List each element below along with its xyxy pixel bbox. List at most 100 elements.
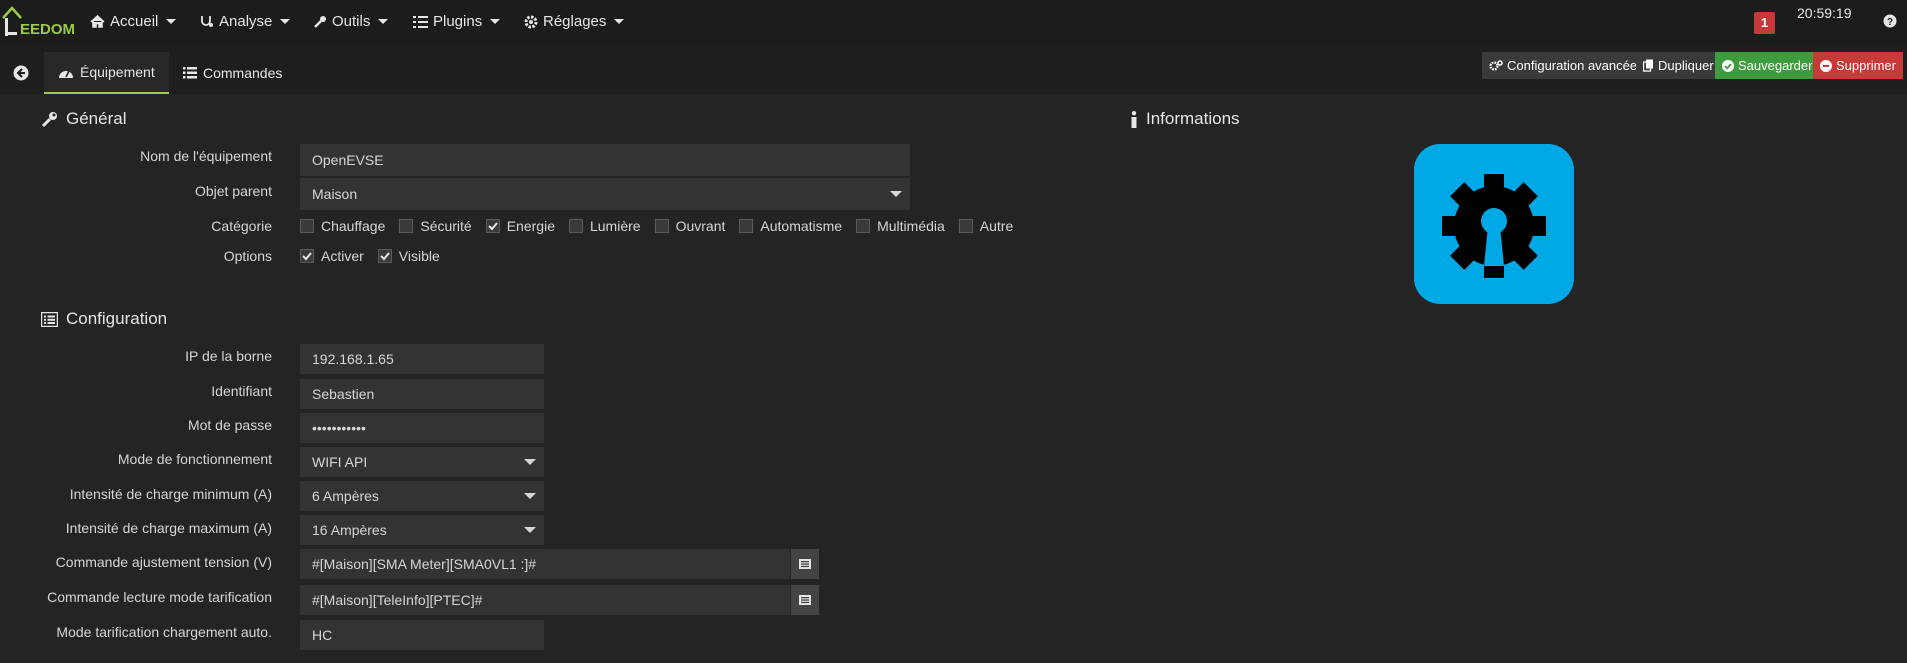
category-ouvrant[interactable]: Ouvrant bbox=[654, 218, 726, 234]
checkbox-checked[interactable] bbox=[485, 219, 500, 233]
category-securite[interactable]: Sécurité bbox=[399, 218, 472, 234]
duplicate-button[interactable]: Dupliquer bbox=[1636, 52, 1721, 79]
voltage-command-select-button[interactable] bbox=[791, 549, 819, 579]
check-icon bbox=[488, 222, 498, 231]
logo-text: EEDOM bbox=[20, 21, 76, 38]
save-button[interactable]: Sauvegarder bbox=[1715, 52, 1820, 79]
max-charge-value: 16 Ampères bbox=[312, 522, 387, 538]
category-energie[interactable]: Energie bbox=[485, 218, 555, 234]
parent-object-value: Maison bbox=[312, 186, 358, 202]
nav-reglages-label: Réglages bbox=[543, 13, 607, 30]
tab-commandes[interactable]: Commandes bbox=[169, 52, 296, 94]
cogs-icon bbox=[1489, 59, 1503, 71]
ip-input[interactable]: 192.168.1.65 bbox=[300, 344, 544, 374]
chevron-down-icon bbox=[614, 19, 625, 24]
checkbox[interactable] bbox=[568, 219, 583, 233]
equipment-name-label: Nom de l'équipement bbox=[140, 148, 272, 164]
min-charge-label: Intensité de charge minimum (A) bbox=[69, 486, 272, 502]
nav-analyse[interactable]: Analyse bbox=[200, 13, 291, 30]
nav-reglages[interactable]: Réglages bbox=[524, 13, 625, 30]
duplicate-label: Dupliquer bbox=[1658, 58, 1714, 73]
advanced-config-button[interactable]: Configuration avancée bbox=[1482, 52, 1645, 79]
category-automatisme[interactable]: Automatisme bbox=[739, 218, 842, 234]
configuration-section-title: Configuration bbox=[41, 309, 167, 329]
category-autre[interactable]: Autre bbox=[958, 218, 1014, 234]
plugin-icon bbox=[1414, 144, 1574, 304]
parent-object-select[interactable]: Maison bbox=[300, 178, 910, 210]
chevron-down-icon bbox=[378, 19, 389, 24]
identifier-input[interactable]: Sebastien bbox=[300, 379, 544, 409]
chevron-down-icon bbox=[280, 19, 291, 24]
options-checkboxes: Activer Visible bbox=[300, 248, 454, 264]
checkbox-checked[interactable] bbox=[300, 249, 314, 263]
wrench-icon bbox=[41, 111, 57, 127]
advanced-config-label: Configuration avancée bbox=[1507, 58, 1638, 73]
mode-select[interactable]: WIFI API bbox=[300, 447, 544, 477]
list-alt-icon bbox=[799, 559, 811, 569]
nav-plugins[interactable]: Plugins bbox=[413, 13, 501, 30]
mode-value: WIFI API bbox=[312, 454, 368, 470]
nav-outils-label: Outils bbox=[332, 13, 371, 30]
minus-circle-icon bbox=[1820, 59, 1832, 72]
tarif-command-select-button[interactable] bbox=[791, 585, 819, 615]
checkbox[interactable] bbox=[399, 219, 414, 233]
jeedom-logo[interactable]: EEDOM bbox=[0, 4, 76, 40]
list-icon bbox=[183, 67, 197, 79]
mode-label: Mode de fonctionnement bbox=[117, 451, 272, 467]
save-label: Sauvegarder bbox=[1738, 58, 1813, 73]
chevron-down-icon bbox=[524, 459, 536, 465]
checkbox[interactable] bbox=[856, 219, 871, 233]
category-chauffage[interactable]: Chauffage bbox=[300, 218, 385, 234]
checkbox[interactable] bbox=[958, 219, 973, 233]
cogs-icon bbox=[524, 15, 538, 28]
check-circle-icon bbox=[1722, 59, 1734, 72]
voltage-command-label: Commande ajustement tension (V) bbox=[55, 554, 272, 570]
checkbox-checked[interactable] bbox=[377, 249, 392, 263]
notification-badge[interactable]: 1 bbox=[1754, 12, 1775, 34]
check-icon bbox=[302, 252, 312, 261]
tab-equipement-label: Équipement bbox=[80, 64, 155, 80]
max-charge-select[interactable]: 16 Ampères bbox=[300, 515, 544, 545]
category-lumiere-label: Lumière bbox=[589, 218, 641, 234]
password-input[interactable]: ••••••••••• bbox=[300, 413, 544, 443]
options-label: Options bbox=[223, 248, 272, 264]
delete-button[interactable]: Supprimer bbox=[1813, 52, 1903, 79]
informations-section-title: Informations bbox=[1130, 109, 1240, 129]
back-arrow-icon[interactable] bbox=[13, 65, 29, 81]
tarif-command-label: Commande lecture mode tarification bbox=[47, 589, 272, 605]
delete-label: Supprimer bbox=[1836, 58, 1896, 73]
chevron-down-icon bbox=[890, 191, 902, 197]
tarif-command-input[interactable]: #[Maison][TeleInfo][PTEC]# bbox=[300, 585, 790, 615]
equipment-name-input[interactable]: OpenEVSE bbox=[300, 144, 910, 176]
tab-equipement[interactable]: Équipement bbox=[44, 52, 169, 94]
general-section-title: Général bbox=[41, 109, 126, 129]
category-multimedia[interactable]: Multimédia bbox=[856, 218, 945, 234]
question-icon[interactable]: ? bbox=[1883, 14, 1897, 28]
checkbox[interactable] bbox=[739, 219, 754, 233]
auto-tarif-input[interactable]: HC bbox=[300, 620, 544, 650]
category-lumiere[interactable]: Lumière bbox=[568, 218, 641, 234]
informations-title-text: Informations bbox=[1146, 109, 1240, 128]
nav-outils[interactable]: Outils bbox=[313, 13, 389, 30]
nav-accueil[interactable]: Accueil bbox=[90, 13, 177, 30]
nav-analyse-label: Analyse bbox=[219, 13, 273, 30]
home-icon bbox=[90, 15, 105, 28]
chevron-down-icon bbox=[490, 19, 501, 24]
voltage-command-input[interactable]: #[Maison][SMA Meter][SMA0VL1 :]# bbox=[300, 549, 790, 579]
check-icon bbox=[380, 252, 390, 261]
auto-tarif-label: Mode tarification chargement auto. bbox=[56, 624, 272, 640]
checkbox[interactable] bbox=[654, 219, 669, 233]
category-chauffage-label: Chauffage bbox=[321, 218, 386, 234]
configuration-title-text: Configuration bbox=[66, 309, 168, 328]
plugin-gear-keyhole-icon bbox=[1442, 174, 1546, 278]
category-ouvrant-label: Ouvrant bbox=[675, 218, 726, 234]
min-charge-select[interactable]: 6 Ampères bbox=[300, 481, 544, 511]
clock-time: 20:59:19 bbox=[1797, 5, 1852, 21]
tab-commandes-label: Commandes bbox=[203, 65, 283, 81]
category-autre-label: Autre bbox=[979, 218, 1014, 234]
checkbox[interactable] bbox=[300, 219, 314, 233]
option-visible[interactable]: Visible bbox=[377, 248, 440, 264]
option-visible-label: Visible bbox=[398, 248, 440, 264]
option-activer[interactable]: Activer bbox=[300, 248, 364, 264]
svg-text:?: ? bbox=[1887, 17, 1893, 28]
